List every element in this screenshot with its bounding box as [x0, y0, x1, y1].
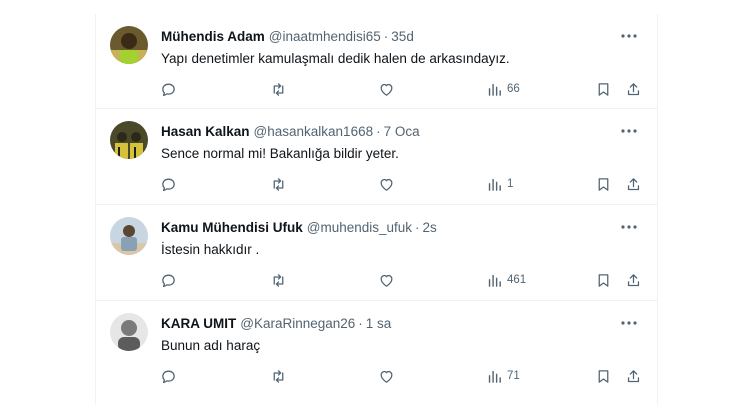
tweet-text: Bunun adı haraç	[161, 338, 261, 353]
author-name[interactable]: KARA UMIT	[161, 316, 236, 331]
reply-button[interactable]	[160, 365, 177, 387]
views-icon	[488, 83, 501, 96]
separator-dot: ·	[383, 29, 389, 44]
bookmark-button[interactable]	[595, 269, 612, 291]
author-handle[interactable]: @inaatmhendisi65	[269, 29, 381, 44]
tweet[interactable]: Kamu Mühendisi Ufuk @muhendis_ufuk · 2s İst…	[96, 205, 657, 301]
avatar[interactable]	[110, 217, 148, 255]
tweet[interactable]: Mühendis Adam @inaatmhendisi65 · 35d Yapı d…	[96, 14, 657, 109]
bookmark-icon	[598, 177, 609, 191]
reply-icon	[162, 274, 175, 287]
views-count: 66	[507, 83, 520, 95]
tweet-header: Hasan Kalkan @hasankalkan1668 · 7 Oca	[161, 124, 420, 140]
like-icon	[380, 178, 393, 191]
author-name[interactable]: Kamu Mühendisi Ufuk	[161, 220, 303, 235]
tweet-text: Yapı denetimler kamulaşmalı dedik halen …	[161, 51, 510, 66]
retweet-icon	[273, 369, 284, 383]
views-icon	[488, 370, 501, 383]
tweet-actions: 71	[158, 365, 643, 387]
like-button[interactable]	[378, 269, 395, 291]
author-name[interactable]: Hasan Kalkan	[161, 124, 250, 139]
reply-button[interactable]	[160, 78, 177, 100]
reply-icon	[162, 178, 175, 191]
reply-feed: Mühendis Adam @inaatmhendisi65 · 35d Yapı d…	[95, 14, 658, 404]
tweet-text: İstesin hakkıdır .	[161, 242, 260, 257]
retweet-icon	[273, 273, 284, 287]
tweet[interactable]: KARA UMIT @KaraRinnegan26 · 1 sa Bunun adı …	[96, 301, 657, 404]
author-handle[interactable]: @hasankalkan1668	[254, 124, 374, 139]
tweet-actions: 66	[158, 78, 643, 100]
tweet-header: Mühendis Adam @inaatmhendisi65 · 35d	[161, 29, 414, 45]
share-button[interactable]	[625, 269, 642, 291]
reply-button[interactable]	[160, 173, 177, 195]
views-button[interactable]: 66	[486, 78, 520, 100]
like-button[interactable]	[378, 365, 395, 387]
tweet-time[interactable]: 1 sa	[366, 316, 392, 331]
retweet-icon	[273, 82, 284, 96]
tweet-time[interactable]: 7 Oca	[384, 124, 420, 139]
more-icon[interactable]	[619, 315, 639, 331]
avatar[interactable]	[110, 121, 148, 159]
avatar[interactable]	[110, 26, 148, 64]
tweet-time[interactable]: 2s	[423, 220, 437, 235]
tweet-actions: 1	[158, 173, 643, 195]
views-button[interactable]: 461	[486, 269, 526, 291]
retweet-button[interactable]	[270, 173, 287, 195]
share-icon	[627, 273, 640, 286]
more-icon[interactable]	[619, 28, 639, 44]
reply-icon	[162, 83, 175, 96]
tweet[interactable]: Hasan Kalkan @hasankalkan1668 · 7 Oca Sence…	[96, 109, 657, 205]
retweet-button[interactable]	[270, 269, 287, 291]
like-button[interactable]	[378, 173, 395, 195]
share-icon	[627, 177, 640, 190]
more-icon[interactable]	[619, 123, 639, 139]
share-button[interactable]	[625, 365, 642, 387]
retweet-icon	[273, 177, 284, 191]
tweet-time[interactable]: 35d	[391, 29, 414, 44]
views-count: 1	[507, 178, 514, 190]
tweet-text: Sence normal mi! Bakanlığa bildir yeter.	[161, 146, 399, 161]
views-button[interactable]: 1	[486, 173, 513, 195]
retweet-button[interactable]	[270, 78, 287, 100]
views-button[interactable]: 71	[486, 365, 520, 387]
tweet-header: Kamu Mühendisi Ufuk @muhendis_ufuk · 2s	[161, 220, 437, 236]
avatar[interactable]	[110, 313, 148, 351]
bookmark-button[interactable]	[595, 173, 612, 195]
share-button[interactable]	[625, 173, 642, 195]
like-icon	[380, 370, 393, 383]
tweet-actions: 461	[158, 269, 643, 291]
views-icon	[488, 178, 501, 191]
share-icon	[627, 82, 640, 95]
views-count: 461	[507, 274, 527, 286]
author-handle[interactable]: @muhendis_ufuk	[307, 220, 412, 235]
separator-dot: ·	[376, 124, 381, 139]
like-icon	[380, 274, 393, 287]
share-icon	[627, 369, 640, 382]
like-icon	[380, 83, 393, 96]
views-icon	[488, 274, 501, 287]
reply-icon	[162, 370, 175, 383]
bookmark-icon	[598, 82, 609, 96]
views-count: 71	[507, 370, 520, 382]
bookmark-icon	[598, 369, 609, 383]
bookmark-button[interactable]	[595, 78, 612, 100]
reply-button[interactable]	[160, 269, 177, 291]
retweet-button[interactable]	[270, 365, 287, 387]
share-button[interactable]	[625, 78, 642, 100]
bookmark-icon	[598, 273, 609, 287]
author-handle[interactable]: @KaraRinnegan26	[240, 316, 355, 331]
separator-dot: ·	[415, 220, 420, 235]
like-button[interactable]	[378, 78, 395, 100]
separator-dot: ·	[358, 316, 363, 331]
author-name[interactable]: Mühendis Adam	[161, 29, 265, 44]
more-icon[interactable]	[619, 219, 639, 235]
bookmark-button[interactable]	[595, 365, 612, 387]
tweet-header: KARA UMIT @KaraRinnegan26 · 1 sa	[161, 316, 391, 332]
